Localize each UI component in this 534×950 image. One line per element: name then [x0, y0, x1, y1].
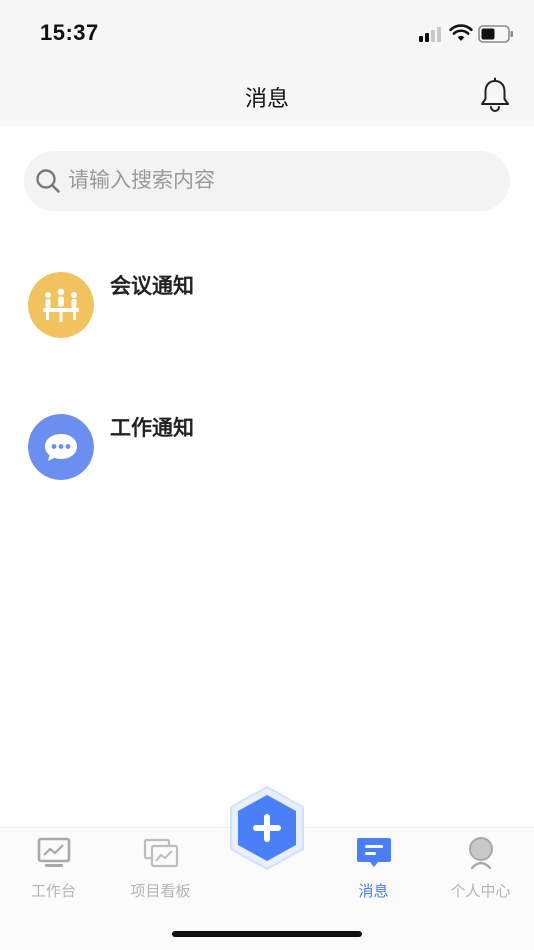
wifi-icon: [449, 24, 473, 41]
list-item-title: 会议通知: [110, 275, 194, 298]
bell-icon[interactable]: [478, 77, 512, 113]
battery-icon: [478, 25, 513, 43]
board-icon: [143, 838, 179, 868]
search-input[interactable]: [68, 151, 488, 211]
list-item-work-notice[interactable]: 工作通知: [0, 414, 534, 514]
tab-workbench[interactable]: 工作台: [0, 828, 107, 908]
meeting-icon: [28, 272, 94, 338]
tab-project-board[interactable]: 项目看板: [107, 828, 214, 908]
tab-label: 个人中心: [450, 883, 511, 900]
tab-label: 消息: [358, 883, 389, 900]
search-bar[interactable]: [24, 151, 510, 211]
nav-bar: 消息: [0, 64, 534, 126]
list-item-title: 工作通知: [110, 417, 194, 440]
page-title: 消息: [244, 86, 289, 111]
message-icon: [357, 838, 391, 867]
tab-profile[interactable]: 个人中心: [427, 828, 534, 908]
tab-messages[interactable]: 消息: [320, 828, 427, 908]
add-button[interactable]: [227, 785, 307, 871]
home-indicator: [172, 931, 362, 937]
status-bar: 15:37: [0, 0, 534, 64]
list-item-meeting-notice[interactable]: 会议通知: [0, 272, 534, 372]
status-time: 15:37: [40, 20, 99, 45]
monitor-icon: [37, 837, 71, 867]
tab-label: 项目看板: [130, 883, 191, 900]
profile-icon: [469, 837, 493, 870]
chat-bubble-icon: [28, 414, 94, 480]
tab-label: 工作台: [30, 883, 76, 900]
search-icon: [36, 169, 60, 193]
cellular-signal-icon: [419, 26, 445, 42]
